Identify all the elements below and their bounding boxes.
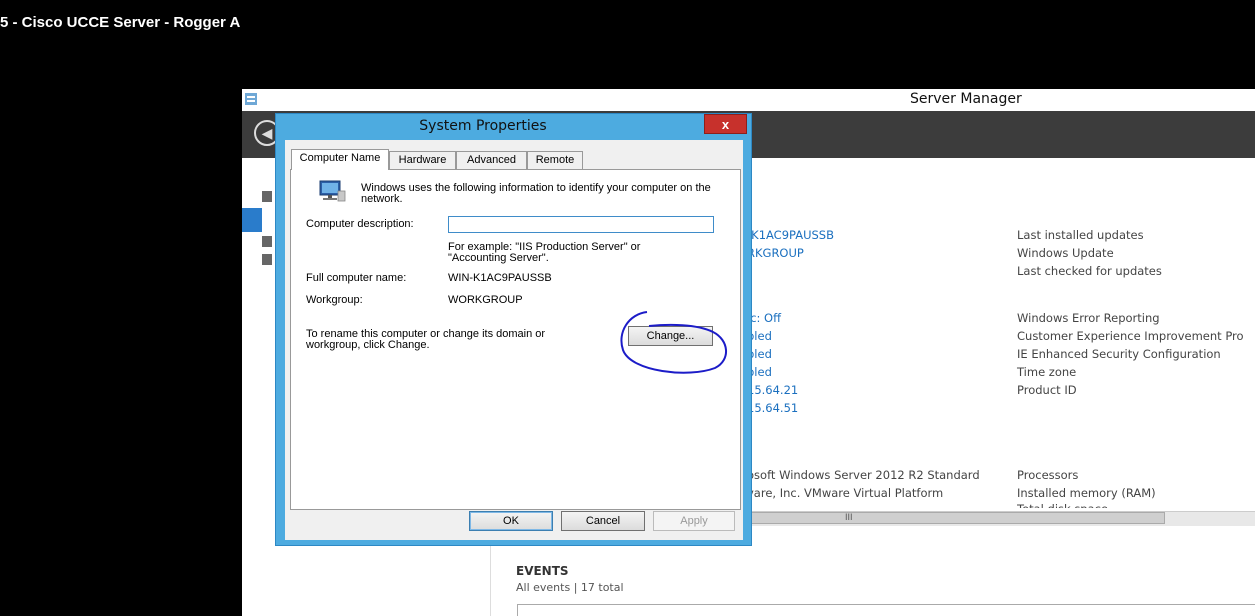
ie-esc-label: IE Enhanced Security Configuration [1017,347,1221,361]
last-checked-label: Last checked for updates [1017,264,1162,278]
ethernet2-link[interactable]: 15.64.51 [747,401,798,415]
cancel-button[interactable]: Cancel [561,511,645,531]
windows-update-label: Windows Update [1017,246,1114,260]
server-manager-title: Server Manager [910,91,1022,107]
vm-window-title: 5 - Cisco UCCE Server - Rogger A [0,14,241,31]
computer-name-link[interactable]: -K1AC9PAUSSB [747,228,834,242]
scroll-grip-icon: III [845,512,853,522]
tab-computer-name[interactable]: Computer Name [291,149,389,170]
windows-error-reporting-label: Windows Error Reporting [1017,311,1160,325]
server-manager-app-icon [245,93,257,105]
computer-description-label: Computer description: [306,218,414,230]
hardware-value: vare, Inc. VMware Virtual Platform [747,486,944,500]
horizontal-scroll-thumb[interactable] [750,512,1165,524]
computer-description-input[interactable] [448,216,714,233]
annotation-circle [620,311,727,374]
dialog-title: System Properties [419,118,547,134]
computer-icon [319,180,346,202]
dashboard-nav-icon[interactable] [262,191,272,202]
ethernet-link[interactable]: 15.64.21 [747,383,798,397]
firewall-link[interactable]: ic: Off [747,311,781,325]
events-heading: EVENTS [516,564,569,578]
apply-button[interactable]: Apply [653,511,735,531]
workgroup-value: WORKGROUP [448,294,523,306]
workgroup-label: Workgroup: [306,294,363,306]
file-storage-nav-icon[interactable] [262,254,272,265]
full-computer-name-value: WIN-K1AC9PAUSSB [448,272,552,284]
system-properties-dialog: System Properties x Computer Name Hardwa… [275,113,752,546]
local-server-nav-selected[interactable] [242,208,262,232]
processors-label: Processors [1017,468,1079,482]
time-zone-label: Time zone [1017,365,1077,379]
workgroup-link[interactable]: RKGROUP [747,246,804,260]
tab-remote[interactable]: Remote [527,151,583,169]
ok-button[interactable]: OK [469,511,553,531]
tab-hardware[interactable]: Hardware [389,151,456,169]
full-computer-name-label: Full computer name: [306,272,407,284]
product-id-label: Product ID [1017,383,1077,397]
installed-memory-label: Installed memory (RAM) [1017,486,1156,500]
rename-text-line2: workgroup, click Change. [306,339,430,351]
tab-advanced[interactable]: Advanced [456,151,527,169]
example-text-line2: "Accounting Server". [448,252,549,264]
events-filter-box[interactable] [517,604,1255,616]
total-disk-space-label: Total disk space [1017,502,1108,508]
intro-text: Windows uses the following information t… [361,182,711,205]
events-subtitle: All events | 17 total [516,581,624,594]
server-manager-titlebar [242,89,1255,111]
all-servers-nav-icon[interactable] [262,236,272,247]
os-version-value: osoft Windows Server 2012 R2 Standard [747,468,980,482]
ceip-label: Customer Experience Improvement Pro [1017,329,1244,343]
last-installed-updates-label: Last installed updates [1017,228,1144,242]
close-icon[interactable]: x [704,114,747,134]
